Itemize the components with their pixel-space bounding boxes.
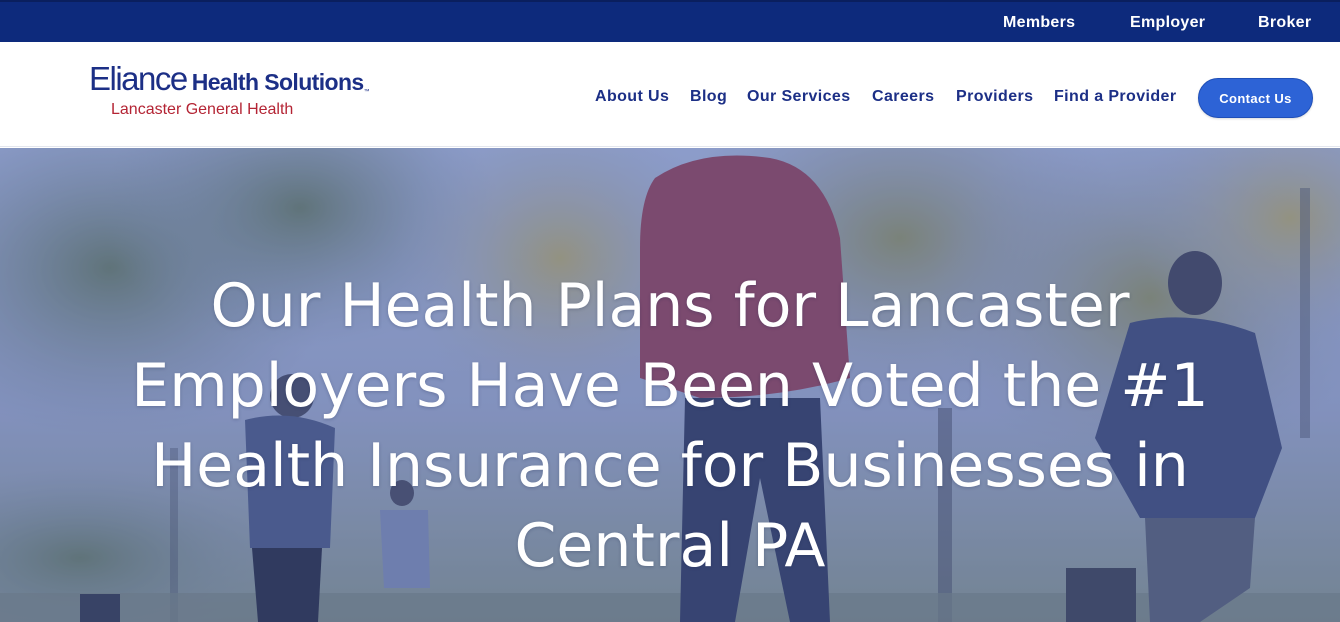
contact-us-button[interactable]: Contact Us: [1198, 78, 1313, 118]
logo-product-text: Health Solutions: [191, 69, 364, 95]
hero-headline-line: Central PA: [514, 511, 826, 581]
nav-item-careers[interactable]: Careers: [872, 88, 934, 106]
employer-link[interactable]: Employer: [1130, 14, 1205, 32]
site-header: Eliance Health Solutions™ Lancaster Gener…: [0, 42, 1340, 147]
nav-item-find-a-provider[interactable]: Find a Provider: [1054, 88, 1176, 106]
logo-eliance-text: Eliance: [89, 60, 188, 97]
hero-headline-line: Our Health Plans for Lancaster: [210, 271, 1130, 341]
broker-link[interactable]: Broker: [1258, 14, 1311, 32]
nav-item-blog[interactable]: Blog: [690, 88, 727, 106]
logo-tagline: Lancaster General Health: [111, 101, 294, 118]
nav-item-our-services[interactable]: Our Services: [747, 88, 851, 106]
logo-wordmark: Eliance Health Solutions™: [89, 62, 389, 95]
nav-item-providers[interactable]: Providers: [956, 88, 1033, 106]
members-link[interactable]: Members: [1003, 14, 1075, 32]
hero-section: Our Health Plans for Lancaster Employers…: [0, 148, 1340, 622]
utility-bar: Members Employer Broker: [0, 0, 1340, 42]
logo-trademark: ™: [363, 89, 370, 95]
hero-headline-line: Health Insurance for Businesses in: [151, 431, 1189, 501]
nav-item-about-us[interactable]: About Us: [595, 88, 669, 106]
hero-headline: Our Health Plans for Lancaster Employers…: [0, 266, 1340, 586]
hero-headline-line: Employers Have Been Voted the #1: [131, 351, 1209, 421]
site-logo[interactable]: Eliance Health Solutions™ Lancaster Gener…: [89, 62, 389, 122]
